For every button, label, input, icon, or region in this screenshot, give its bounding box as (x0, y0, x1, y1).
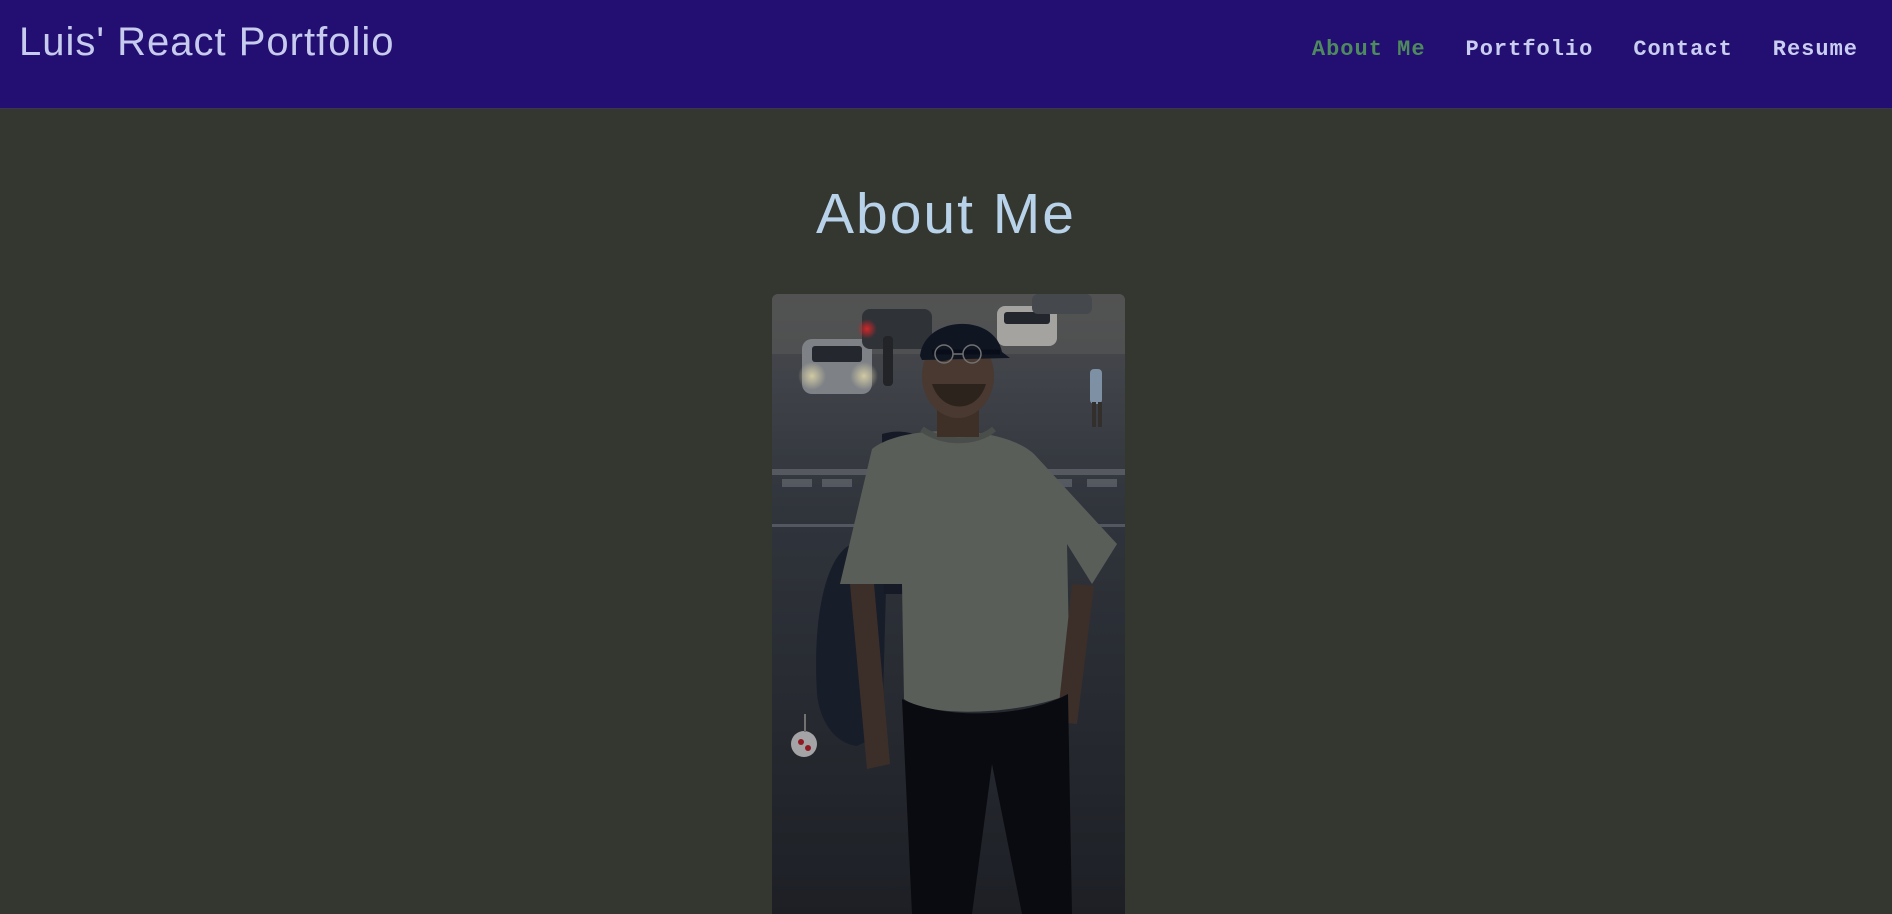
nav-about-me[interactable]: About Me (1312, 33, 1426, 67)
nav-contact[interactable]: Contact (1633, 33, 1732, 67)
portrait-photo (772, 294, 1125, 914)
page-title: About Me (816, 182, 1076, 246)
site-header: Luis' React Portfolio About Me Portfolio… (0, 0, 1892, 109)
nav-resume[interactable]: Resume (1773, 33, 1858, 67)
portrait-illustration (772, 294, 1125, 914)
main-nav: About Me Portfolio Contact Resume (1312, 33, 1858, 67)
site-title[interactable]: Luis' React Portfolio (19, 18, 394, 66)
about-section: About Me (0, 110, 1892, 914)
nav-portfolio[interactable]: Portfolio (1466, 33, 1594, 67)
